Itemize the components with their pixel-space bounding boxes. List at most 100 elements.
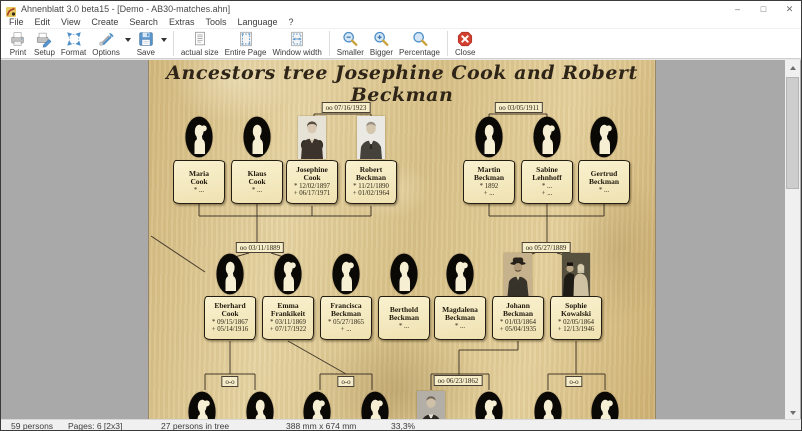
dropdown-arrow-icon[interactable] bbox=[159, 21, 169, 58]
portrait-silhouette-female bbox=[475, 391, 503, 419]
portrait-silhouette-female bbox=[303, 391, 331, 419]
person-dates: + ... bbox=[341, 326, 352, 334]
menu-item-extras[interactable]: Extras bbox=[169, 17, 195, 27]
person-dates: + 05/04/1935 bbox=[500, 326, 537, 334]
close-preview-icon bbox=[456, 30, 474, 48]
toolbar: PrintSetup Format Options Save actual sizeEn… bbox=[1, 29, 801, 59]
person-dates: * ... bbox=[455, 323, 465, 331]
person-dates: + 12/13/1946 bbox=[558, 326, 595, 334]
menu-bar: File Edit View Create Search Extras Tools Langu… bbox=[1, 16, 801, 29]
maximize-button[interactable]: □ bbox=[758, 4, 769, 14]
format-icon bbox=[65, 30, 83, 48]
person-dates: * 1892 bbox=[480, 183, 499, 191]
person-dates: + 06/17/1971 bbox=[294, 190, 331, 198]
print-button[interactable]: Print bbox=[5, 29, 31, 58]
person-dates: + 05/14/1916 bbox=[212, 326, 249, 334]
person-dates: * ... bbox=[399, 323, 409, 331]
menu-item-tools[interactable]: Tools bbox=[205, 17, 226, 27]
portrait-silhouette-female bbox=[185, 116, 213, 158]
save-icon bbox=[137, 30, 155, 48]
person-dates: * 09/15/1867 bbox=[212, 319, 248, 327]
entire-page-button[interactable]: Entire Page bbox=[222, 29, 270, 58]
menu-item-view[interactable]: View bbox=[61, 17, 80, 27]
person-dates: * 12/02/1897 bbox=[294, 183, 330, 191]
app-icon bbox=[6, 4, 16, 14]
actual-size-button[interactable]: actual size bbox=[178, 29, 222, 58]
person-name: Beckman bbox=[503, 310, 533, 318]
person-box: SophieKowalski* 02/05/1864+ 12/13/1946 bbox=[550, 296, 602, 340]
scroll-up-button[interactable] bbox=[785, 60, 800, 75]
dropdown-arrow-icon[interactable] bbox=[123, 21, 133, 58]
person-name: Beckman bbox=[356, 174, 386, 182]
person-dates: * ... bbox=[252, 187, 262, 195]
zoom-in-icon bbox=[372, 30, 390, 48]
print-setup-icon bbox=[35, 30, 53, 48]
menu-item-edit[interactable]: Edit bbox=[35, 17, 51, 27]
portrait-silhouette-male bbox=[243, 116, 271, 158]
toolbar-separator bbox=[447, 31, 448, 56]
portrait-photo-man-hat bbox=[504, 253, 532, 295]
person-box: MariaCook* ... bbox=[173, 160, 225, 204]
window-width-button[interactable]: Window width bbox=[269, 29, 324, 58]
person-name: Cook bbox=[190, 178, 207, 186]
portrait-silhouette-female bbox=[361, 391, 389, 419]
status-item: 388 mm x 674 mm bbox=[286, 421, 356, 431]
person-dates: * ... bbox=[599, 187, 609, 195]
toolbar-button-label: Bigger bbox=[370, 48, 393, 57]
options-icon bbox=[97, 30, 115, 48]
person-name: Frankikeit bbox=[271, 310, 305, 318]
person-name: Beckman bbox=[389, 314, 419, 322]
person-dates: * 02/05/1864 bbox=[558, 319, 594, 327]
person-dates: * 05/27/1865 bbox=[328, 319, 364, 327]
person-name: Beckman bbox=[474, 174, 504, 182]
portrait-silhouette-male bbox=[475, 116, 503, 158]
portrait-photo-couple bbox=[562, 253, 590, 295]
marriage-label: oo 07/16/1923 bbox=[322, 102, 371, 113]
person-name: Cook bbox=[248, 178, 265, 186]
portrait-photo-woman bbox=[298, 116, 326, 158]
setup-button[interactable]: Setup bbox=[31, 29, 58, 58]
menu-item-language[interactable]: Language bbox=[237, 17, 277, 27]
person-name: Beckman bbox=[331, 310, 361, 318]
bigger-button[interactable]: Bigger bbox=[367, 29, 396, 58]
menu-item-create[interactable]: Create bbox=[91, 17, 118, 27]
person-name: Cook bbox=[221, 310, 238, 318]
person-dates: * ... bbox=[194, 187, 204, 195]
toolbar-button-label: Options bbox=[92, 48, 120, 57]
portrait-silhouette-male bbox=[246, 391, 274, 419]
toolbar-button-label: Smaller bbox=[337, 48, 364, 57]
toolbar-button-label: actual size bbox=[181, 48, 219, 57]
portrait-silhouette-female bbox=[446, 253, 474, 295]
status-item: 27 persons in tree bbox=[161, 421, 229, 431]
options-button[interactable]: Options bbox=[89, 29, 123, 58]
vertical-scrollbar[interactable] bbox=[785, 60, 800, 419]
scrollbar-thumb[interactable] bbox=[786, 77, 799, 189]
portrait-silhouette-female bbox=[274, 253, 302, 295]
zoom-percent-icon bbox=[411, 30, 429, 48]
person-box: JohannBeckman* 01/03/1864+ 05/04/1935 bbox=[492, 296, 544, 340]
menu-item-[interactable]: ? bbox=[289, 17, 294, 27]
portrait-silhouette-male bbox=[534, 391, 562, 419]
person-box: EberhardCook* 09/15/1867+ 05/14/1916 bbox=[204, 296, 256, 340]
menu-item-file[interactable]: File bbox=[9, 17, 24, 27]
toolbar-button-label: Setup bbox=[34, 48, 55, 57]
close-button[interactable]: ✕ bbox=[784, 4, 795, 14]
toolbar-button-label: Save bbox=[137, 48, 155, 57]
person-dates: * 11/21/1890 bbox=[353, 183, 389, 191]
smaller-button[interactable]: Smaller bbox=[334, 29, 367, 58]
minimize-button[interactable]: – bbox=[732, 4, 743, 14]
toolbar-button-label: Format bbox=[61, 48, 86, 57]
save-button[interactable]: Save bbox=[133, 29, 159, 58]
format-button[interactable]: Format bbox=[58, 29, 89, 58]
print-icon bbox=[9, 30, 27, 48]
person-dates: * 01/03/1864 bbox=[500, 319, 536, 327]
scroll-down-button[interactable] bbox=[785, 405, 800, 419]
percentage-button[interactable]: Percentage bbox=[396, 29, 443, 58]
close-button[interactable]: Close bbox=[452, 29, 478, 58]
app-window: Ahnenblatt 3.0 beta15 - [Demo - AB30-mat… bbox=[0, 0, 802, 431]
menu-item-search[interactable]: Search bbox=[129, 17, 158, 27]
person-box: SabineLehnhoff* ...+ ... bbox=[521, 160, 573, 204]
person-dates: + 07/17/1922 bbox=[270, 326, 307, 334]
window-width-icon bbox=[288, 30, 306, 48]
portrait-silhouette-female bbox=[590, 116, 618, 158]
